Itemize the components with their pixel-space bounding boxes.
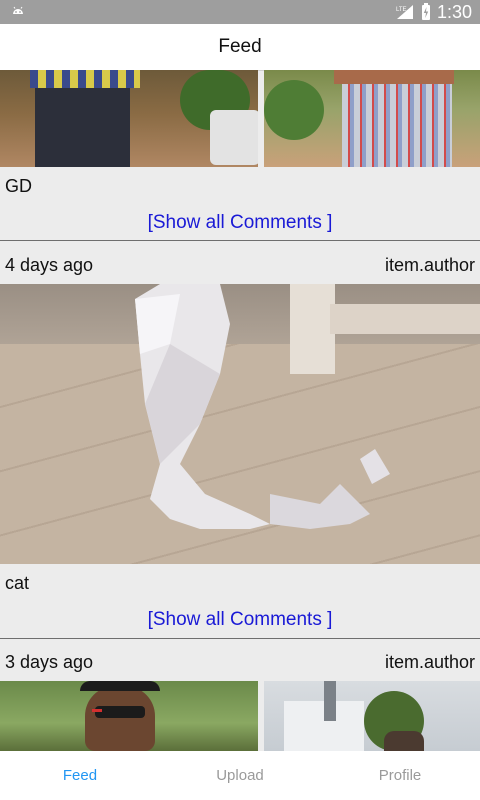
status-bar: LTE 1:30 [0,0,480,24]
feed-list[interactable]: GD [Show all Comments ] 4 days ago item.… [0,70,480,751]
tab-upload[interactable]: Upload [160,751,320,800]
status-time: 1:30 [436,1,472,22]
post-image-row [0,681,480,751]
android-icon [13,6,23,14]
post-meta: 4 days ago item.author [0,250,480,280]
post-divider [0,240,480,241]
post-time-ago: 4 days ago [5,254,94,275]
post-photo[interactable] [264,681,480,751]
post-meta: 3 days ago item.author [0,647,480,677]
post-photo[interactable] [264,70,480,167]
post-author: item.author [384,651,475,672]
tab-profile[interactable]: Profile [320,751,480,800]
show-all-comments-link[interactable]: [Show all Comments ] [0,212,480,234]
post-caption: GD [5,176,32,196]
cat-figure [135,284,390,529]
post-time-ago: 3 days ago [5,651,94,672]
tab-feed[interactable]: Feed [0,751,160,800]
bottom-navigation: Feed Upload Profile [0,751,480,800]
app-bar: Feed [0,24,480,71]
post-image-row [0,70,480,167]
battery-icon [421,3,430,20]
post-photo[interactable] [0,70,258,167]
post-photo[interactable] [0,681,258,751]
page-title: Feed [218,36,262,57]
post-photo-cat[interactable] [0,284,480,564]
post-author: item.author [384,254,475,275]
post-caption: cat [5,573,30,593]
svg-text:LTE: LTE [396,7,407,13]
show-all-comments-link[interactable]: [Show all Comments ] [0,609,480,631]
signal-icon: LTE [396,5,413,19]
post-divider [0,638,480,639]
